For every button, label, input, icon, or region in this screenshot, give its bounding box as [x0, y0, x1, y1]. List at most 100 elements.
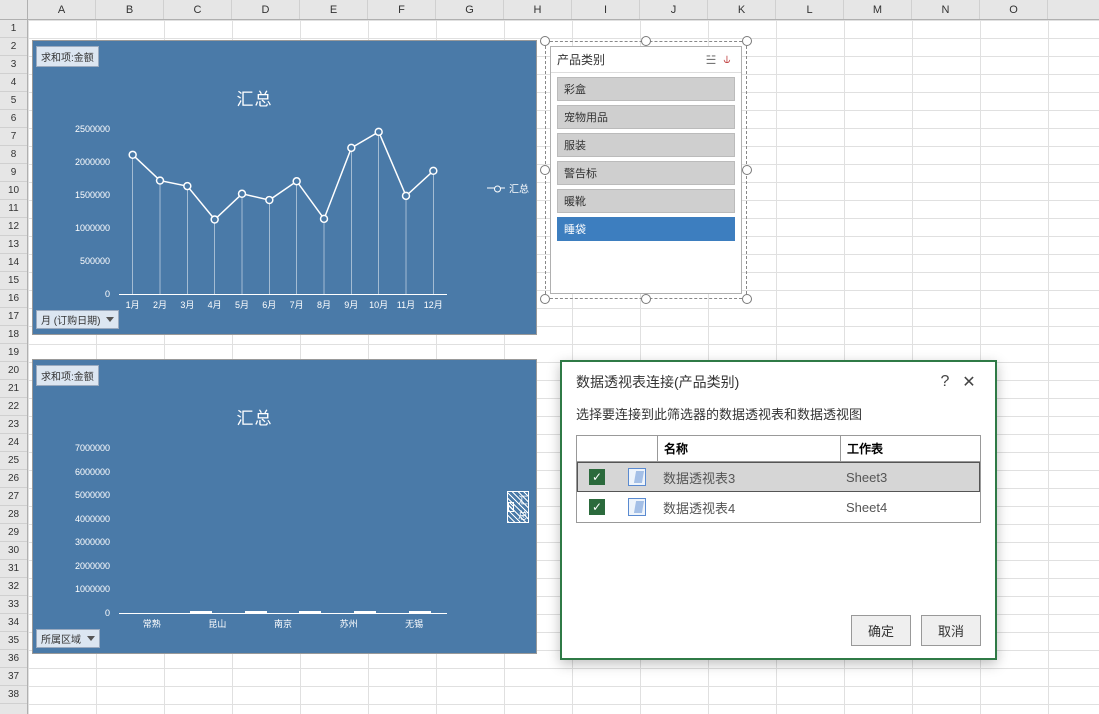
row-header[interactable]: 6 [0, 110, 27, 128]
row-header[interactable]: 33 [0, 596, 27, 614]
row-header[interactable]: 12 [0, 218, 27, 236]
resize-handle[interactable] [641, 294, 651, 304]
column-header[interactable]: A [28, 0, 96, 19]
resize-handle[interactable] [742, 294, 752, 304]
row-header[interactable]: 14 [0, 254, 27, 272]
column-header[interactable]: G [436, 0, 504, 19]
column-header-sheet[interactable]: 工作表 [840, 436, 980, 461]
legend-marker-bar-icon [508, 502, 514, 512]
bar-column [283, 611, 338, 613]
column-header[interactable]: F [368, 0, 436, 19]
column-header[interactable]: H [504, 0, 572, 19]
column-header[interactable]: E [300, 0, 368, 19]
row-header[interactable]: 32 [0, 578, 27, 596]
row-header[interactable]: 26 [0, 470, 27, 488]
legend-marker-line-icon [487, 187, 505, 188]
help-icon[interactable]: ? [933, 373, 957, 391]
resize-handle[interactable] [742, 165, 752, 175]
column-header[interactable]: K [708, 0, 776, 19]
row-header[interactable]: 19 [0, 344, 27, 362]
row-header[interactable]: 28 [0, 506, 27, 524]
resize-handle[interactable] [641, 36, 651, 46]
row-header[interactable]: 7 [0, 128, 27, 146]
row-header[interactable]: 11 [0, 200, 27, 218]
column-header[interactable]: O [980, 0, 1048, 19]
row-header[interactable]: 21 [0, 380, 27, 398]
dialog-row[interactable]: ✓数据透视表4Sheet4 [577, 492, 980, 522]
row-header[interactable]: 13 [0, 236, 27, 254]
row-header[interactable]: 2 [0, 38, 27, 56]
chart-legend: 汇总 [507, 491, 529, 523]
chart-measure-tag[interactable]: 求和项:金额 [36, 46, 99, 67]
pivot-chart-bar[interactable]: 求和项:金额 汇总 700000060000005000000400000030… [32, 359, 537, 654]
resize-handle[interactable] [540, 36, 550, 46]
column-header[interactable]: J [640, 0, 708, 19]
column-header[interactable]: N [912, 0, 980, 19]
chart-field-dropdown[interactable]: 所属区域 [36, 629, 100, 648]
bar-column [229, 611, 284, 613]
row-header[interactable]: 3 [0, 56, 27, 74]
row-header[interactable]: 34 [0, 614, 27, 632]
resize-handle[interactable] [742, 36, 752, 46]
row-header[interactable]: 17 [0, 308, 27, 326]
pivot-connection-dialog[interactable]: 数据透视表连接(产品类别) ? ✕ 选择要连接到此筛选器的数据透视表和数据透视图… [560, 360, 997, 660]
close-icon[interactable]: ✕ [957, 372, 981, 392]
chart-field-dropdown[interactable]: 月 (订购日期) [36, 310, 119, 329]
slicer-item[interactable]: 彩盒 [557, 77, 735, 101]
row-header[interactable]: 30 [0, 542, 27, 560]
row-header[interactable]: 10 [0, 182, 27, 200]
column-header[interactable]: I [572, 0, 640, 19]
checkbox[interactable]: ✓ [589, 499, 605, 515]
row-header[interactable]: 37 [0, 668, 27, 686]
row-header[interactable]: 36 [0, 650, 27, 668]
ok-button[interactable]: 确定 [851, 615, 911, 646]
y-axis-labels: 7000000600000050000004000000300000020000… [64, 439, 114, 614]
row-header[interactable]: 23 [0, 416, 27, 434]
row-header[interactable]: 8 [0, 146, 27, 164]
row-header[interactable]: 24 [0, 434, 27, 452]
column-header[interactable]: B [96, 0, 164, 19]
row-header[interactable]: 22 [0, 398, 27, 416]
row-header[interactable]: 4 [0, 74, 27, 92]
select-all-corner[interactable] [0, 0, 28, 19]
column-header[interactable]: L [776, 0, 844, 19]
y-axis-labels: 25000002000000150000010000005000000 [64, 120, 114, 295]
row-header[interactable]: 18 [0, 326, 27, 344]
checkbox[interactable]: ✓ [589, 469, 605, 485]
slicer-selection-box[interactable]: 产品类别 ☱ ⫝ 彩盒宠物用品服装警告标暖靴睡袋 [540, 36, 752, 304]
clear-filter-icon[interactable]: ⫝ [719, 52, 735, 67]
resize-handle[interactable] [540, 165, 550, 175]
column-header[interactable]: M [844, 0, 912, 19]
column-header[interactable]: C [164, 0, 232, 19]
row-sheet: Sheet3 [840, 470, 980, 485]
slicer-product-category[interactable]: 产品类别 ☱ ⫝ 彩盒宠物用品服装警告标暖靴睡袋 [550, 46, 742, 294]
slicer-item[interactable]: 警告标 [557, 161, 735, 185]
resize-handle[interactable] [540, 294, 550, 304]
row-header[interactable]: 38 [0, 686, 27, 704]
row-header[interactable]: 15 [0, 272, 27, 290]
dialog-row[interactable]: ✓ 数据透视表3Sheet3 [577, 462, 980, 492]
multi-select-icon[interactable]: ☱ [703, 53, 719, 67]
column-header-name[interactable]: 名称 [657, 436, 840, 461]
row-header[interactable]: 31 [0, 560, 27, 578]
row-header[interactable]: 20 [0, 362, 27, 380]
dialog-subtitle: 选择要连接到此筛选器的数据透视表和数据透视图 [562, 396, 995, 431]
row-header[interactable]: 16 [0, 290, 27, 308]
slicer-item[interactable]: 服装 [557, 133, 735, 157]
row-header[interactable]: 35 [0, 632, 27, 650]
column-header[interactable]: D [232, 0, 300, 19]
slicer-item[interactable]: 暖靴 [557, 189, 735, 213]
row-name: 数据透视表3 [657, 468, 840, 487]
pivot-chart-line[interactable]: 求和项:金额 汇总 250000020000001500000100000050… [32, 40, 537, 335]
bar [299, 611, 321, 613]
row-header[interactable]: 1 [0, 20, 27, 38]
row-header[interactable]: 29 [0, 524, 27, 542]
row-header[interactable]: 27 [0, 488, 27, 506]
row-header[interactable]: 9 [0, 164, 27, 182]
slicer-item[interactable]: 宠物用品 [557, 105, 735, 129]
row-header[interactable]: 5 [0, 92, 27, 110]
cancel-button[interactable]: 取消 [921, 615, 981, 646]
chart-measure-tag[interactable]: 求和项:金额 [36, 365, 99, 386]
slicer-item[interactable]: 睡袋 [557, 217, 735, 241]
row-header[interactable]: 25 [0, 452, 27, 470]
